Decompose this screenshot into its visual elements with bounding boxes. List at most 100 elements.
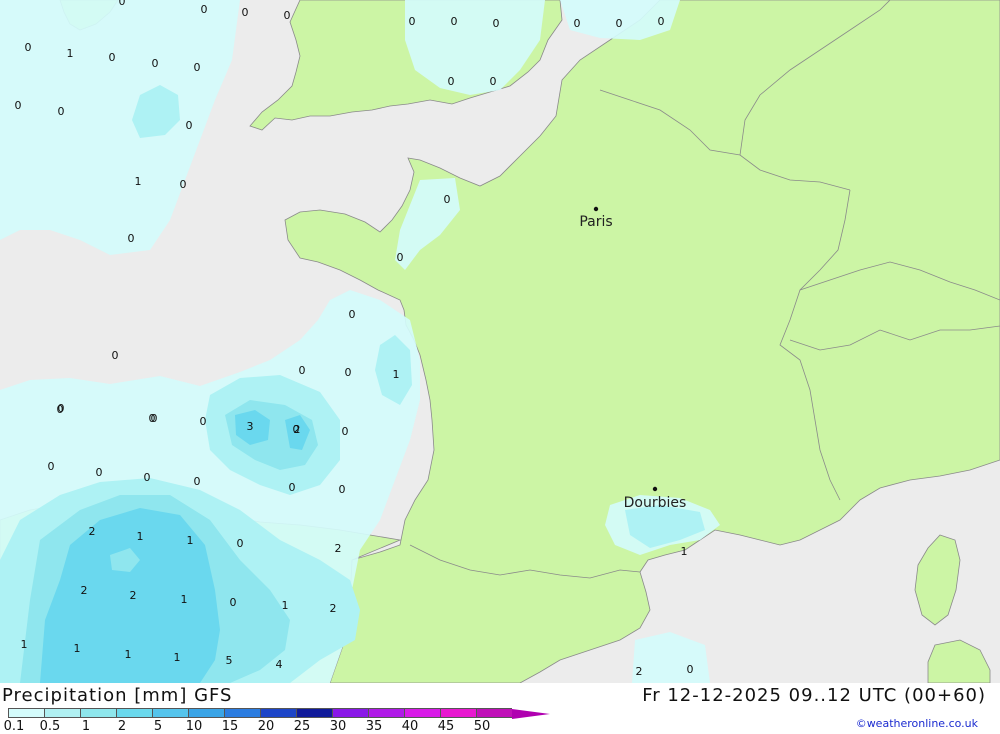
precip-value-label: 2 xyxy=(89,525,96,538)
legend-tick: 2 xyxy=(117,719,127,734)
legend-swatch xyxy=(152,708,188,718)
precip-value-label: 0 xyxy=(687,663,694,676)
legend-swatch xyxy=(296,708,332,718)
precip-value-label: 1 xyxy=(74,642,81,655)
precip-value-label: 0 xyxy=(397,251,404,264)
precip-value-label: 2 xyxy=(335,542,342,555)
legend-tick: 10 xyxy=(185,719,203,734)
legend-swatch xyxy=(80,708,116,718)
precip-value-label: 0 xyxy=(293,423,300,436)
precip-value-label: 1 xyxy=(174,651,181,664)
precip-value-label: 1 xyxy=(282,599,289,612)
precip-value-label: 0 xyxy=(490,75,497,88)
legend-swatch xyxy=(116,708,152,718)
legend-tick: 1 xyxy=(81,719,91,734)
city-marker-paris xyxy=(593,206,599,212)
precip-value-label: 0 xyxy=(230,596,237,609)
precip-value-label: 0 xyxy=(339,483,346,496)
legend-swatch xyxy=(476,708,512,718)
precip-value-label: 2 xyxy=(81,584,88,597)
legend-swatch xyxy=(260,708,296,718)
precip-value-label: 0 xyxy=(15,99,22,112)
precip-value-label: 0 xyxy=(409,15,416,28)
legend-tick: 40 xyxy=(401,719,419,734)
precip-value-label: 0 xyxy=(144,471,151,484)
legend-tick: 50 xyxy=(473,719,491,734)
legend-swatch xyxy=(440,708,476,718)
legend-tick: 0.5 xyxy=(39,719,61,734)
precip-value-label: 0 xyxy=(57,403,64,416)
legend-tick: 35 xyxy=(365,719,383,734)
precip-value-label: 0 xyxy=(342,425,349,438)
precip-value-label: 1 xyxy=(67,47,74,60)
precip-value-label: 0 xyxy=(242,6,249,19)
forecast-datetime: Fr 12-12-2025 09..12 UTC (00+60) xyxy=(642,685,986,706)
precip-value-label: 0 xyxy=(200,415,207,428)
map-footer: Precipitation [mm] GFS Fr 12-12-2025 09.… xyxy=(0,683,1000,734)
precip-value-label: 0 xyxy=(349,308,356,321)
precip-value-label: 0 xyxy=(345,366,352,379)
precip-value-label: 0 xyxy=(119,0,126,8)
legend-swatch xyxy=(404,708,440,718)
credit-link[interactable]: ©weatheronline.co.uk xyxy=(856,717,978,730)
city-marker-dourbies xyxy=(652,486,658,492)
precip-value-label: 0 xyxy=(451,15,458,28)
precip-value-label: 0 xyxy=(186,119,193,132)
legend-swatch xyxy=(224,708,260,718)
legend-swatch xyxy=(368,708,404,718)
precip-value-label: 2 xyxy=(330,602,337,615)
precip-value-label: 0 xyxy=(58,105,65,118)
precip-value-label: 0 xyxy=(448,75,455,88)
legend-swatch xyxy=(8,708,44,718)
precip-value-label: 2 xyxy=(130,589,137,602)
precip-value-label: 1 xyxy=(135,175,142,188)
precip-value-label: 3 xyxy=(247,420,254,433)
precip-value-label: 0 xyxy=(616,17,623,30)
legend-tick: 30 xyxy=(329,719,347,734)
precip-value-label: 0 xyxy=(574,17,581,30)
precip-value-label: 1 xyxy=(137,530,144,543)
precip-value-label: 1 xyxy=(21,638,28,651)
legend-arrow xyxy=(512,709,550,719)
precip-value-label: 0 xyxy=(299,364,306,377)
precip-value-label: 0 xyxy=(109,51,116,64)
precip-value-label: 4 xyxy=(276,658,283,671)
precip-value-label: 0 xyxy=(201,3,208,16)
legend-tick: 15 xyxy=(221,719,239,734)
legend-tick: 45 xyxy=(437,719,455,734)
precip-value-label: 0 xyxy=(493,17,500,30)
legend-tick-labels: 0.1 0.5 1 2 5 10 15 20 25 30 35 40 45 50 xyxy=(0,719,540,734)
legend-tick: 5 xyxy=(153,719,163,734)
precip-value-label: 0 xyxy=(284,9,291,22)
precip-value-label: 2 xyxy=(636,665,643,678)
precip-value-label: 5 xyxy=(226,654,233,667)
precip-value-label: 1 xyxy=(187,534,194,547)
city-label-dourbies: Dourbies xyxy=(624,495,687,511)
precip-value-label: 0 xyxy=(289,481,296,494)
precip-value-label: 0 xyxy=(152,57,159,70)
precip-value-label: 0 xyxy=(180,178,187,191)
precipitation-map: 0 0 0 0 0 0 1 0 0 0 0 0 0 0 0 0 0 0 0 0 1 0 0 0 0 0 0 0 0 0 0 0 0 1 0 0 0 3 2 0… xyxy=(0,0,1000,683)
legend-swatch xyxy=(188,708,224,718)
precip-value-label: 0 xyxy=(194,61,201,74)
legend-tick: 25 xyxy=(293,719,311,734)
map-title: Precipitation [mm] GFS xyxy=(2,685,233,706)
precip-value-label: 1 xyxy=(393,368,400,381)
legend-swatch xyxy=(332,708,368,718)
legend-tick: 0.1 xyxy=(3,719,25,734)
precip-value-label: 1 xyxy=(125,648,132,661)
city-label-paris: Paris xyxy=(579,214,612,230)
legend-tick: 20 xyxy=(257,719,275,734)
precip-value-label: 0 xyxy=(149,412,156,425)
precip-value-label: 0 xyxy=(194,475,201,488)
precip-value-label: 0 xyxy=(444,193,451,206)
precip-value-label: 0 xyxy=(658,15,665,28)
precip-value-label: 0 xyxy=(112,349,119,362)
precip-value-label: 0 xyxy=(237,537,244,550)
precip-value-label: 0 xyxy=(128,232,135,245)
precip-value-label: 1 xyxy=(181,593,188,606)
precip-value-label: 1 xyxy=(681,545,688,558)
precip-value-label: 0 xyxy=(25,41,32,54)
precip-value-label: 0 xyxy=(48,460,55,473)
precip-value-label: 0 xyxy=(96,466,103,479)
